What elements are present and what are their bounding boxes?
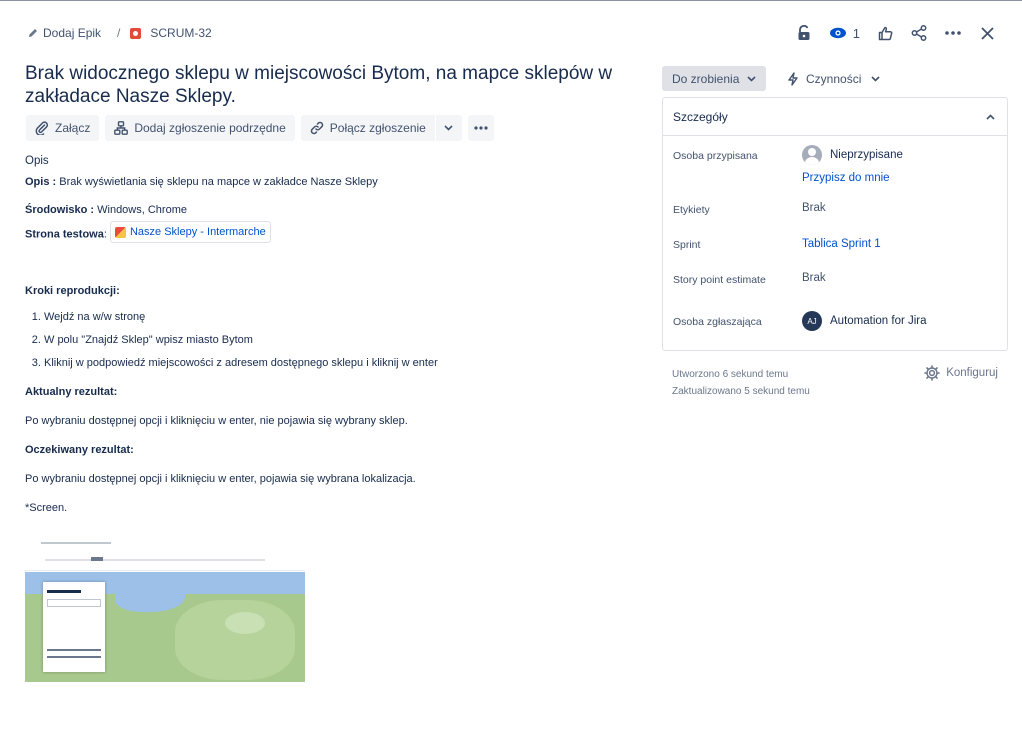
eye-icon [829, 27, 846, 39]
vote-button[interactable] [870, 20, 900, 46]
test-page-link-text: Nasze Sklepy - Intermarche [129, 226, 266, 238]
labels-value[interactable]: Brak [802, 202, 826, 214]
issue-key: SCRUM-32 [150, 26, 212, 40]
add-epic-link[interactable]: Dodaj Epik [28, 26, 101, 40]
story-points-value[interactable]: Brak [802, 272, 826, 284]
more-actions-button[interactable] [938, 20, 968, 46]
sprint-value[interactable]: Tablica Sprint 1 [802, 238, 881, 250]
reporter-label: Osoba zgłaszająca [673, 316, 762, 328]
link-issue-label: Połącz zgłoszenie [329, 121, 426, 135]
top-divider [0, 0, 1022, 1]
issue-key-link[interactable]: SCRUM-32 [130, 26, 212, 40]
more-icon [474, 126, 488, 130]
opis-text: Brak wyświetlania się sklepu na mapce w … [56, 176, 378, 188]
chevron-down-icon [444, 125, 453, 131]
assignee-name: Nieprzypisane [830, 149, 903, 161]
more-icon [945, 31, 961, 35]
breadcrumb: Dodaj Epik / SCRUM-32 [28, 26, 212, 40]
list-item: Kliknij w podpowiedź miejscowości z adre… [44, 352, 625, 375]
assignee-value[interactable]: Nieprzypisane [802, 145, 903, 165]
steps-list: Wejdź na w/w stronę W polu "Znajdź Sklep… [44, 306, 625, 375]
steps-heading: Kroki reprodukcji: [25, 284, 120, 297]
attach-label: Załącz [55, 121, 91, 135]
share-icon [911, 25, 927, 41]
timestamps: Utworzono 6 sekund temu Zaktualizowano 5… [672, 366, 810, 400]
pencil-icon [29, 29, 37, 37]
activity-dropdown[interactable]: Czynności [786, 66, 880, 91]
actual-result-text: Po wybraniu dostępnej opcji i kliknięciu… [25, 414, 408, 427]
description-heading: Opis [25, 155, 49, 167]
expected-result-heading: Oczekiwany rezultat: [25, 443, 134, 456]
activity-label: Czynności [806, 71, 862, 86]
unassigned-avatar-icon [802, 145, 822, 165]
details-panel: Szczegóły Osoba przypisana Nieprzypisane… [662, 97, 1008, 351]
add-child-issue-button[interactable]: Dodaj zgłoszenie podrzędne [105, 115, 295, 141]
add-epic-label: Dodaj Epik [43, 26, 102, 40]
test-page-link[interactable]: Nasze Sklepy - Intermarche [109, 221, 271, 243]
chevron-down-icon [747, 75, 756, 82]
description-body[interactable]: Opis : Brak wyświetlania się sklepu na m… [25, 173, 625, 191]
labels-label: Etykiety [673, 204, 710, 216]
restrict-button[interactable] [789, 20, 819, 46]
attach-button[interactable]: Załącz [26, 115, 100, 141]
updated-timestamp: Zaktualizowano 5 sekund temu [672, 386, 810, 397]
environment-row: Środowisko : Windows, Chrome [25, 201, 625, 219]
unlock-icon [798, 25, 810, 40]
add-child-label: Dodaj zgłoszenie podrzędne [134, 121, 286, 135]
issue-toolbar: Załącz Dodaj zgłoszenie podrzędne Połącz… [26, 115, 494, 141]
bug-icon [130, 27, 142, 39]
details-title: Szczegóły [673, 109, 728, 124]
actual-result-heading: Aktualny rezultat: [25, 385, 118, 398]
assign-to-me-link[interactable]: Przypisz do mnie [802, 172, 890, 184]
configure-label: Konfiguruj [946, 367, 998, 379]
chevron-down-icon [871, 75, 880, 82]
description-section: Opis Opis : Brak wyświetlania się sklepu… [25, 155, 625, 517]
reporter-name: Automation for Jira [830, 315, 927, 327]
paperclip-icon [35, 121, 49, 135]
watch-button[interactable]: 1 [823, 20, 866, 46]
link-icon [310, 121, 323, 135]
screen-note: *Screen. [25, 501, 68, 514]
more-toolbar-button[interactable] [467, 115, 494, 141]
issue-actions: 1 [789, 20, 1002, 46]
thumbnail-header [25, 532, 305, 572]
environment-text: Windows, Chrome [94, 204, 187, 216]
issue-title[interactable]: Brak widocznego sklepu w miejscowości By… [25, 62, 625, 108]
list-item: Wejdź na w/w stronę [44, 306, 625, 329]
configure-button[interactable]: Konfiguruj [924, 365, 998, 381]
status-dropdown[interactable]: Do zrobienia [662, 66, 767, 91]
attachment-thumbnail[interactable] [25, 532, 305, 682]
breadcrumb-separator: / [117, 26, 121, 40]
reporter-value[interactable]: AJ Automation for Jira [802, 311, 927, 331]
opis-label: Opis : [25, 176, 57, 188]
watch-count: 1 [852, 25, 860, 41]
assignee-label: Osoba przypisana [673, 150, 758, 162]
find-store-card [43, 582, 105, 672]
expected-result-text: Po wybraniu dostępnej opcji i kliknięciu… [25, 472, 416, 485]
test-page-label: Strona testowa [25, 228, 104, 241]
test-page-row: Strona testowa: Nasze Sklepy - Intermarc… [25, 221, 625, 244]
close-icon [980, 26, 994, 40]
lightning-icon [788, 71, 798, 86]
sprint-label: Sprint [673, 239, 701, 251]
link-issue-button[interactable]: Połącz zgłoszenie [300, 115, 435, 141]
chevron-up-icon [986, 113, 995, 120]
environment-label: Środowisko : [25, 204, 95, 216]
list-item: W polu "Znajdź Sklep" wpisz miasto Bytom [44, 329, 625, 352]
map-image [25, 572, 305, 682]
created-timestamp: Utworzono 6 sekund temu [672, 369, 789, 380]
link-issue-group: Połącz zgłoszenie [300, 115, 462, 141]
test-page-colon: : [103, 228, 107, 241]
avatar: AJ [802, 311, 822, 331]
thumbs-up-icon [878, 26, 892, 40]
share-button[interactable] [904, 20, 934, 46]
status-label: Do zrobienia [672, 71, 740, 86]
story-points-label: Story point estimate [673, 274, 766, 286]
link-issue-dropdown-button[interactable] [435, 115, 462, 141]
hierarchy-icon [114, 121, 129, 135]
details-header[interactable]: Szczegóły [663, 98, 1007, 136]
close-button[interactable] [972, 20, 1002, 46]
intermarche-icon [114, 226, 126, 238]
gear-icon [924, 365, 941, 381]
